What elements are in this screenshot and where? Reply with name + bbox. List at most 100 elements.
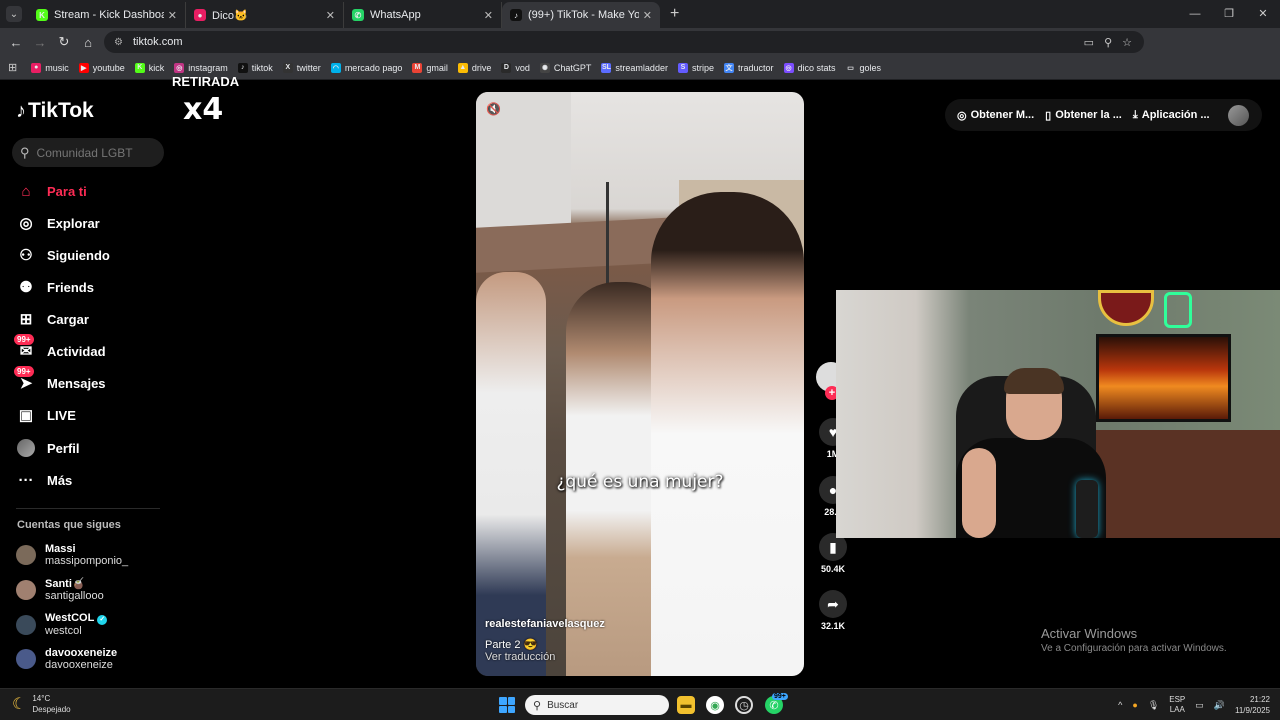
home-button[interactable]: ⌂ [76,35,100,50]
bookmark-item[interactable]: ◠ mercado pago [330,62,402,73]
bookmark-label: kick [148,62,165,73]
header-profile-avatar[interactable] [1228,105,1249,126]
mute-icon[interactable]: 🔇 [486,102,501,116]
nav-label: Para ti [47,183,87,199]
nav-item-explorar[interactable]: ◎ Explorar [16,213,99,233]
close-window-button[interactable]: ✕ [1246,0,1280,28]
bookmark-item[interactable]: 文 traductor [723,62,774,73]
bookmark-star-icon[interactable]: ☆ [1122,36,1132,49]
bookmark-item[interactable]: ▶ youtube [78,62,125,73]
top-button-1[interactable]: ◎ Obtener M... [957,109,1034,122]
bookmark-favicon-icon: M [412,62,423,73]
bookmark-item[interactable]: SL streamladder [601,62,668,73]
bookmark-item[interactable]: Xtwitter [282,62,321,73]
see-translation-link[interactable]: Ver traducción [485,651,555,663]
restore-button[interactable]: ❐ [1212,0,1246,28]
nav-item-perfil[interactable]: Perfil [16,438,80,458]
weather-widget[interactable]: ☾ 14°C Despejado [12,693,71,715]
search-input[interactable] [36,145,147,160]
bookmark-label: drive [471,62,492,73]
following-account[interactable]: WestCOL ✓ westcol [16,612,108,637]
search-box[interactable]: ⚲ [12,138,164,167]
bookmark-item[interactable]: ▭ goles [845,62,882,73]
bookmark-item[interactable]: Sstripe [677,62,714,73]
site-info-icon[interactable]: ⚙ [114,37,123,48]
network-icon[interactable]: ▭ [1195,700,1204,711]
tab-close-icon[interactable]: ✕ [168,9,177,22]
nav-item-más[interactable]: ··· Más [16,470,73,490]
top-button-2[interactable]: ▯ Obtener la ... [1045,109,1122,122]
browser-tab[interactable]: K Stream - Kick Dashboard ✕ [28,2,186,28]
forward-button[interactable]: → [28,35,52,50]
clock-time: 21:22 [1249,695,1270,704]
browser-tab[interactable]: ✆ WhatsApp ✕ [344,2,502,28]
following-account[interactable]: Massi massipomponio_ [16,543,128,567]
tiktok-logo[interactable]: ♪ TikTok [16,99,94,123]
tab-close-icon[interactable]: ✕ [484,9,493,22]
clock[interactable]: 21:22 11/9/2025 [1235,694,1270,716]
following-icon: ⚇ [19,247,33,264]
video-scene-person [651,192,804,676]
language-indicator[interactable]: ESP LAA [1169,695,1185,715]
taskbar-search[interactable]: ⚲ Buscar [525,695,669,715]
bookmark-item[interactable]: Dvod [501,62,530,73]
windows-taskbar: ☾ 14°C Despejado ⚲ Buscar ▬ ◉ ◷ ✆ 99+ ^ … [0,688,1280,720]
bookmark-item[interactable]: ◎ instagram [174,62,228,73]
back-button[interactable]: ← [4,35,28,50]
following-header: Cuentas que sigues [17,519,121,531]
nav-item-para-ti[interactable]: ⌂ Para ti [16,181,87,201]
top-button-3[interactable]: ⤓ Aplicación ... [1133,109,1210,122]
reload-button[interactable]: ↻ [52,34,76,50]
bookmark-item[interactable]: ◎ dico stats [783,62,836,73]
bookmark-item[interactable]: ♪ tiktok [237,62,273,73]
nav-item-siguiendo[interactable]: ⚇ Siguiendo [16,245,110,265]
start-button[interactable] [499,697,515,713]
zoom-icon[interactable]: ⚲ [1104,36,1112,49]
nav-label: Actividad [47,343,106,359]
following-account[interactable]: Santi🧉 santigallooo [16,577,104,602]
following-account[interactable]: davooxeneize davooxeneize [16,647,117,671]
tray-app-icon[interactable]: ● [1132,700,1137,710]
clock-app-icon[interactable]: ◷ [735,696,753,714]
video-player[interactable]: 🔇 ¿qué es una mujer? realestefaniavelasq… [476,92,804,676]
chrome-icon[interactable]: ◉ [706,696,724,714]
account-avatar [16,579,36,600]
nav-item-cargar[interactable]: ⊞ Cargar [16,309,89,329]
nav-item-mensajes[interactable]: ➤ 99+ Mensajes [14,366,106,393]
file-explorer-icon[interactable]: ▬ [677,696,695,714]
share-icon[interactable]: ➦ [819,590,847,618]
cast-icon[interactable]: ▭ [1084,36,1094,49]
nav-item-live[interactable]: ▣ LIVE [16,405,76,425]
tab-close-icon[interactable]: ✕ [326,9,335,22]
share-action[interactable]: ➦ 32.1K [818,590,848,631]
mic-icon[interactable]: 🎙 [1148,700,1159,711]
bookmark-item[interactable]: Mgmail [412,62,448,73]
coins-icon: ◎ [957,109,967,122]
nav-item-friends[interactable]: ⚉ Friends [16,277,94,297]
tab-close-icon[interactable]: ✕ [643,9,652,22]
bookmark-item[interactable]: ● music [31,62,69,73]
taskbar-search-icon: ⚲ [533,699,542,712]
tray-chevron-icon[interactable]: ^ [1118,700,1122,710]
browser-tab[interactable]: ● Dico🐱 ✕ [186,2,344,28]
upload-icon: ⊞ [19,311,33,328]
bookmark-item[interactable]: ▲ drive [457,62,492,73]
url-bar[interactable]: ⚙ tiktok.com ▭ ⚲ ☆ [104,31,1144,53]
account-name: Massi [45,543,76,555]
new-tab-button[interactable]: + [670,5,679,23]
bookmark-label: goles [859,62,882,73]
bookmark-item[interactable]: ✺ ChatGPT [539,62,591,73]
volume-icon[interactable]: 🔊 [1214,700,1225,711]
bookmark-favicon-icon: D [501,62,512,73]
tab-search-button[interactable]: ⌄ [6,6,22,22]
bookmark-item[interactable]: Kkick [134,62,165,73]
nav-item-actividad[interactable]: ✉ 99+ Actividad [14,334,106,361]
retirada-overlay: RETIRADA [172,74,240,89]
apps-grid-icon[interactable]: ⊞ [8,61,17,74]
bookmark-label: youtube [92,62,125,73]
verified-icon: ✓ [97,615,108,625]
video-author[interactable]: realestefaniavelasquez [485,618,605,630]
browser-tab[interactable]: ♪ (99+) TikTok - Make Your Day ✕ [502,2,660,28]
bookmark-action[interactable]: ▮ 50.4K [818,533,848,574]
minimize-button[interactable]: — [1178,0,1212,28]
